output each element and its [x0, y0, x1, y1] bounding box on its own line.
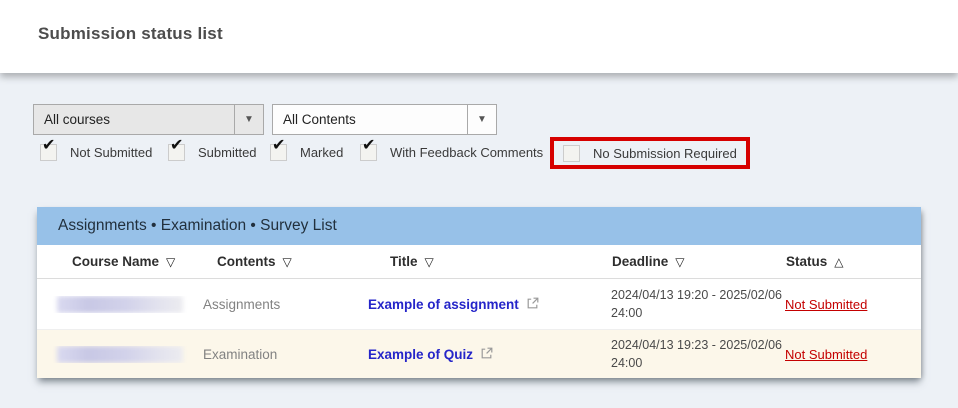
red-highlight-annotation: No Submission Required: [550, 137, 750, 169]
page-header: Submission status list: [0, 0, 958, 73]
column-header-deadline[interactable]: Deadline ▽: [612, 254, 786, 269]
checkbox-label: Submitted: [198, 145, 257, 160]
column-header-course-name[interactable]: Course Name ▽: [37, 254, 217, 269]
course-name-cell: [37, 296, 203, 313]
contents-cell: Examination: [203, 347, 368, 362]
checkbox[interactable]: ✔: [270, 144, 287, 161]
redacted-course-name: [57, 296, 183, 313]
checkbox-label: With Feedback Comments: [390, 145, 543, 160]
checkbox-label: No Submission Required: [593, 146, 737, 161]
course-name-cell: [37, 346, 203, 363]
filter-checkbox-marked[interactable]: ✔ Marked: [270, 144, 343, 161]
column-label: Status: [786, 254, 827, 269]
quiz-title-link[interactable]: Example of Quiz: [368, 346, 494, 363]
external-link-icon: [480, 346, 494, 363]
column-label: Contents: [217, 254, 276, 269]
sort-asc-icon[interactable]: △: [834, 255, 843, 269]
redacted-course-name: [57, 346, 183, 363]
content-filter-value: All Contents: [273, 105, 467, 134]
column-header-status[interactable]: Status △: [786, 254, 921, 269]
sort-desc-icon[interactable]: ▽: [283, 255, 292, 269]
column-header-contents[interactable]: Contents ▽: [217, 254, 390, 269]
deadline-cell: 2024/04/13 19:20 - 2025/02/06 24:00: [611, 286, 783, 322]
column-header-title[interactable]: Title ▽: [390, 254, 612, 269]
table-header-row: Course Name ▽ Contents ▽ Title ▽ Deadlin…: [37, 245, 921, 279]
checkmark-icon: ✔: [42, 138, 55, 154]
checkbox-label: Marked: [300, 145, 343, 160]
sort-desc-icon[interactable]: ▽: [425, 255, 434, 269]
sort-desc-icon[interactable]: ▽: [166, 255, 175, 269]
content-filter-select[interactable]: All Contents ▼: [272, 104, 497, 135]
assignment-title-link[interactable]: Example of assignment: [368, 296, 540, 313]
course-filter-value: All courses: [34, 105, 234, 134]
dropdown-arrow-icon[interactable]: ▼: [234, 105, 263, 134]
filter-checkbox-submitted[interactable]: ✔ Submitted: [168, 144, 257, 161]
title-link-label: Example of Quiz: [368, 347, 473, 362]
checkbox[interactable]: [563, 145, 580, 162]
dropdown-arrow-icon[interactable]: ▼: [467, 105, 496, 134]
table-title: Assignments • Examination • Survey List: [37, 207, 921, 245]
checkbox[interactable]: ✔: [360, 144, 377, 161]
checkmark-icon: ✔: [170, 138, 183, 154]
column-label: Deadline: [612, 254, 668, 269]
course-filter-select[interactable]: All courses ▼: [33, 104, 264, 135]
table-row: Examination Example of Quiz 2024/04/13 1…: [37, 330, 921, 378]
table-row: Assignments Example of assignment 2024/0…: [37, 279, 921, 330]
status-link[interactable]: Not Submitted: [785, 347, 867, 362]
filter-checkbox-not-submitted[interactable]: ✔ Not Submitted: [40, 144, 152, 161]
status-link[interactable]: Not Submitted: [785, 297, 867, 312]
contents-cell: Assignments: [203, 297, 368, 312]
page-title: Submission status list: [38, 24, 223, 44]
column-label: Course Name: [72, 254, 159, 269]
title-link-label: Example of assignment: [368, 297, 519, 312]
deadline-cell: 2024/04/13 19:23 - 2025/02/06 24:00: [611, 336, 783, 372]
checkbox[interactable]: ✔: [40, 144, 57, 161]
external-link-icon: [526, 296, 540, 313]
checkmark-icon: ✔: [272, 138, 285, 154]
checkmark-icon: ✔: [362, 138, 375, 154]
checkbox-label: Not Submitted: [70, 145, 152, 160]
filter-checkbox-with-feedback-comments[interactable]: ✔ With Feedback Comments: [360, 144, 543, 161]
filter-checkbox-no-submission-required[interactable]: No Submission Required: [563, 145, 737, 162]
submission-table: Assignments • Examination • Survey List …: [37, 207, 921, 378]
sort-desc-icon[interactable]: ▽: [675, 255, 684, 269]
checkbox[interactable]: ✔: [168, 144, 185, 161]
column-label: Title: [390, 254, 418, 269]
